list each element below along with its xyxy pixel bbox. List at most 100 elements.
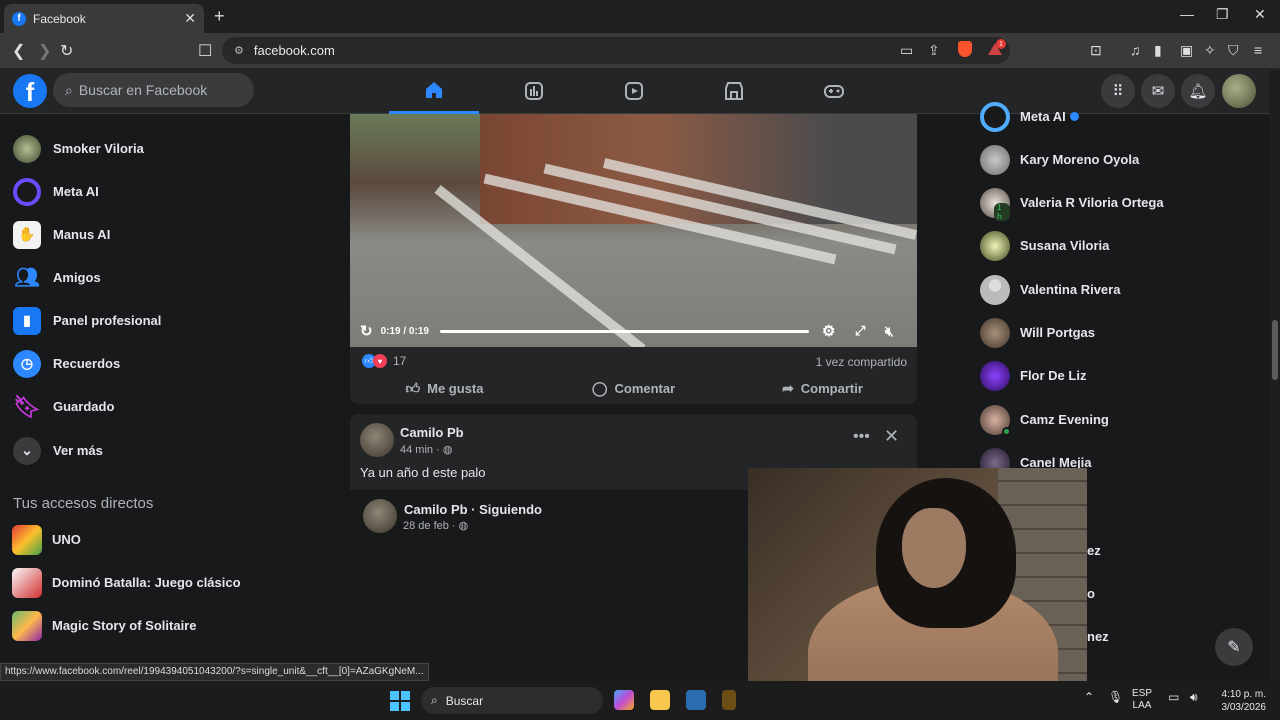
- sidebar-item-memories[interactable]: ◷ Recuerdos: [8, 342, 292, 385]
- restore-button[interactable]: ❐: [1216, 6, 1229, 23]
- contact-name-partial[interactable]: o: [1087, 586, 1095, 601]
- browser-tab[interactable]: f Facebook ✕: [4, 4, 204, 33]
- tray-overflow-icon[interactable]: ⌃: [1084, 691, 1094, 703]
- contact-item[interactable]: Flor De Liz: [970, 354, 1260, 397]
- microphone-icon[interactable]: 🎙︎: [1108, 691, 1123, 703]
- brave-shields-icon[interactable]: [958, 41, 972, 57]
- contact-item[interactable]: 1 h Valeria R Viloria Ortega: [970, 181, 1260, 224]
- bookmark-icon: 🔖︎: [13, 393, 41, 419]
- scrollbar-thumb[interactable]: [1272, 320, 1278, 380]
- tab-dashboard[interactable]: [489, 68, 579, 114]
- copilot-icon[interactable]: [614, 690, 634, 710]
- friends-icon: 👥︎: [14, 267, 40, 289]
- sidebar-item-friends[interactable]: 👥︎ Amigos: [8, 256, 292, 299]
- shared-author-avatar[interactable]: [363, 499, 397, 533]
- search-field[interactable]: ⌕: [53, 73, 254, 107]
- close-tab-icon[interactable]: ✕: [184, 10, 196, 27]
- leo-ai-icon[interactable]: ✧: [1204, 42, 1216, 59]
- music-icon[interactable]: ♫: [1130, 42, 1141, 58]
- contact-item[interactable]: Camz Evening: [970, 398, 1260, 441]
- post-time[interactable]: 44 min · ◍: [400, 443, 452, 456]
- replay-icon[interactable]: ↻: [360, 322, 373, 340]
- forward-button[interactable]: ❯: [38, 41, 51, 61]
- online-indicator: [1002, 426, 1011, 436]
- wallet-icon[interactable]: ▣: [1180, 42, 1193, 59]
- reactions-summary[interactable]: 👍︎ ♥ 17: [362, 354, 406, 368]
- share-count[interactable]: 1 vez compartido: [816, 355, 907, 369]
- uno-game-icon: [12, 524, 42, 555]
- contact-name-partial[interactable]: ez: [1087, 543, 1101, 558]
- shortcut-solitaire[interactable]: Magic Story of Solitaire: [8, 604, 292, 647]
- tab-home[interactable]: [389, 68, 479, 114]
- bookmark-icon[interactable]: ☐: [198, 41, 212, 61]
- fullscreen-icon[interactable]: ⤢: [855, 323, 865, 339]
- menu-icon[interactable]: ≡: [1254, 42, 1262, 58]
- windows-start-icon[interactable]: [390, 691, 410, 711]
- shared-author[interactable]: Camilo Pb · Siguiendo: [404, 502, 542, 517]
- volume-icon[interactable]: 🔊︎: [1190, 691, 1198, 703]
- sidebar-item-see-more[interactable]: ⌄ Ver más: [8, 429, 292, 472]
- close-window-button[interactable]: ✕: [1254, 6, 1266, 23]
- network-icon[interactable]: ▭: [1168, 691, 1179, 703]
- post-menu-button[interactable]: •••: [853, 428, 870, 446]
- site-info-icon[interactable]: ⚙: [234, 44, 244, 57]
- screenshot-icon[interactable]: ⊡: [1090, 42, 1102, 59]
- mute-icon[interactable]: 🔇︎: [885, 323, 894, 340]
- webcam-person-face: [902, 508, 966, 588]
- settings-icon[interactable]: ⚙: [822, 322, 835, 340]
- contact-item[interactable]: Kary Moreno Oyola: [970, 138, 1260, 181]
- taskbar-search[interactable]: ⌕: [421, 687, 603, 714]
- url-text: facebook.com: [253, 43, 335, 58]
- store-icon[interactable]: [686, 690, 706, 710]
- language-indicator[interactable]: ESP LAA: [1132, 688, 1152, 712]
- vpn-icon[interactable]: ⛉: [1228, 42, 1239, 59]
- shortcut-uno[interactable]: UNO: [8, 518, 292, 561]
- video-progress-bar[interactable]: [440, 330, 809, 333]
- file-explorer-icon[interactable]: [650, 690, 670, 710]
- new-tab-button[interactable]: +: [214, 6, 225, 27]
- facebook-logo-icon[interactable]: f: [13, 74, 47, 108]
- reload-button[interactable]: ↻: [60, 41, 73, 61]
- sidebar-item-label: Ver más: [53, 443, 103, 458]
- sidebar-item-dashboard[interactable]: ▮ Panel profesional: [8, 299, 292, 342]
- new-message-button[interactable]: ✎: [1215, 628, 1253, 666]
- share-icon[interactable]: ⇪: [928, 42, 940, 59]
- taskbar-clock[interactable]: 4:10 p. m. 3/03/2026: [1212, 688, 1267, 714]
- sidebar-item-manus-ai[interactable]: ✋ Manus AI: [8, 213, 292, 256]
- shortcut-domino[interactable]: Dominó Batalla: Juego clásico: [8, 561, 292, 604]
- share-button[interactable]: ➦ Compartir: [728, 376, 917, 400]
- cast-icon[interactable]: ▭: [900, 42, 913, 59]
- meta-ai-icon: [980, 101, 1010, 132]
- page-scrollbar[interactable]: [1269, 70, 1280, 680]
- contact-name: Meta AI: [1020, 109, 1066, 124]
- contact-item[interactable]: Will Portgas: [970, 311, 1260, 354]
- contact-item[interactable]: Susana Viloria: [970, 224, 1260, 267]
- tab-marketplace[interactable]: [689, 68, 779, 114]
- sidebar-item-profile[interactable]: Smoker Viloria: [8, 127, 292, 170]
- search-input[interactable]: [78, 82, 239, 98]
- hide-post-button[interactable]: ✕: [884, 426, 899, 447]
- url-field[interactable]: ⚙ facebook.com: [222, 37, 1010, 64]
- taskbar-search-input[interactable]: [445, 693, 556, 708]
- author-avatar[interactable]: [360, 423, 394, 457]
- solitaire-game-icon: [12, 610, 42, 641]
- video-player[interactable]: ↻ 0:19 / 0:19 ⚙ ⤢ 🔇︎: [350, 114, 917, 347]
- contact-name-partial[interactable]: nez: [1087, 629, 1109, 644]
- like-button[interactable]: 👍︎ Me gusta: [350, 376, 539, 400]
- sidebar-item-meta-ai[interactable]: Meta AI: [8, 170, 292, 213]
- contact-item[interactable]: Valentina Rivera: [970, 268, 1260, 311]
- post-author[interactable]: Camilo Pb: [400, 425, 464, 440]
- minimize-button[interactable]: —: [1180, 6, 1194, 22]
- post-time-text: 44 min ·: [400, 444, 440, 456]
- clock-time: 4:10 p. m.: [1221, 689, 1266, 700]
- sidebar-icon[interactable]: ▮: [1154, 42, 1162, 59]
- default-avatar-icon: [980, 274, 1010, 305]
- tab-gaming[interactable]: [789, 68, 879, 114]
- contact-item[interactable]: Meta AI: [970, 95, 1260, 138]
- back-button[interactable]: ❮: [12, 41, 25, 61]
- shared-time[interactable]: 28 de feb · ◍: [403, 519, 468, 532]
- sidebar-item-saved[interactable]: 🔖︎ Guardado: [8, 385, 292, 428]
- tab-video[interactable]: [589, 68, 679, 114]
- comment-button[interactable]: ◯ Comentar: [539, 376, 728, 400]
- app-icon[interactable]: [722, 690, 736, 710]
